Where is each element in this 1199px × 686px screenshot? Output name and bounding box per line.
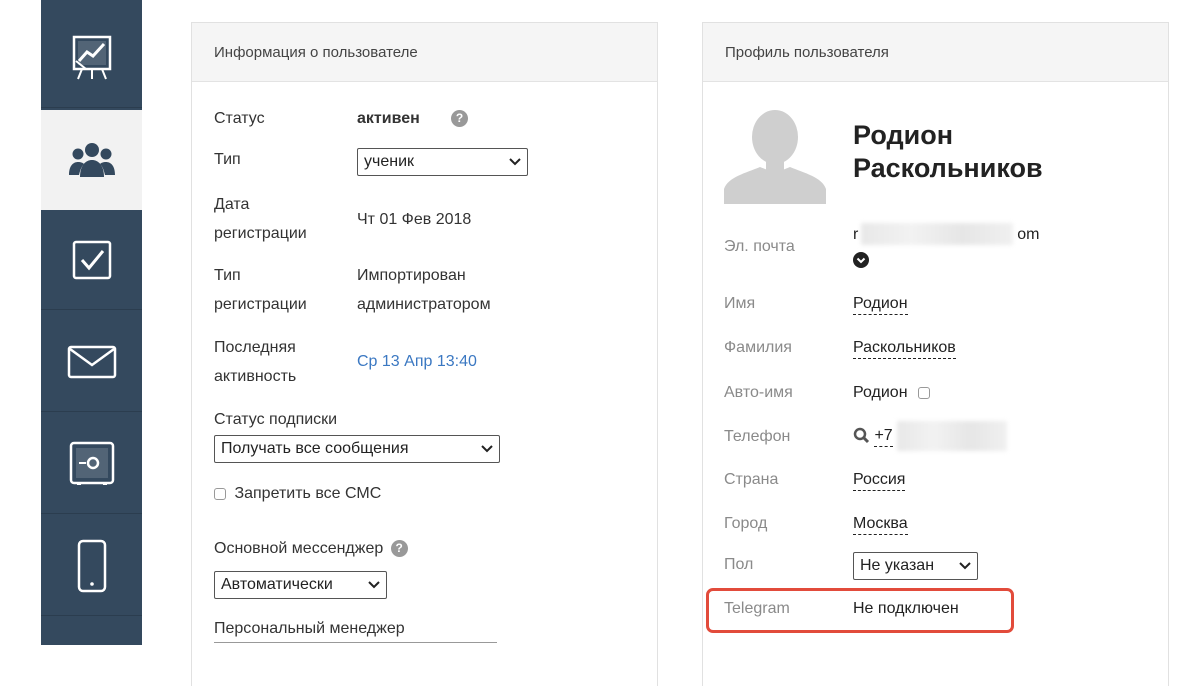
country-value[interactable]: Россия bbox=[853, 471, 906, 491]
email-label: Эл. почта bbox=[724, 238, 795, 255]
subscription-select[interactable]: Получать все сообщения bbox=[214, 435, 500, 463]
reg-date-label-line1: Дата bbox=[214, 196, 250, 213]
subscription-label: Статус подписки bbox=[214, 411, 338, 428]
autoname-row: Родион bbox=[853, 384, 930, 402]
reg-type-value-line2: администратором bbox=[357, 296, 491, 313]
sidebar-item-mobile[interactable] bbox=[41, 516, 142, 616]
help-icon[interactable]: ? bbox=[390, 540, 408, 558]
gender-select-value: Не указан bbox=[860, 557, 935, 574]
messenger-select[interactable]: Автоматически bbox=[214, 571, 387, 599]
email-redaction bbox=[861, 223, 1013, 245]
help-icon[interactable]: ? bbox=[451, 110, 468, 127]
gender-select[interactable]: Не указан bbox=[853, 552, 978, 580]
phone-value[interactable]: +7 bbox=[874, 427, 893, 447]
chevron-down-icon bbox=[959, 562, 971, 570]
sidebar-item-users[interactable] bbox=[41, 110, 142, 210]
city-value-text: Москва bbox=[853, 515, 908, 535]
safe-icon bbox=[69, 441, 114, 485]
chevron-down-icon bbox=[368, 581, 380, 589]
phone-row: +7 bbox=[853, 427, 893, 447]
name-value-text: Родион bbox=[853, 295, 908, 315]
reg-date-label-line2: регистрации bbox=[214, 225, 307, 242]
sidebar-item-tasks[interactable] bbox=[41, 210, 142, 310]
profile-title: Профиль пользователя bbox=[703, 23, 1168, 82]
country-label: Страна bbox=[724, 471, 779, 488]
type-select-value: ученик bbox=[364, 153, 415, 170]
autoname-label: Авто-имя bbox=[724, 384, 793, 401]
email-value-start: r bbox=[853, 226, 859, 243]
autoname-value: Родион bbox=[853, 384, 908, 401]
surname-value[interactable]: Раскольников bbox=[853, 339, 956, 359]
last-activity-label-line2: активность bbox=[214, 368, 297, 385]
checkbox-icon bbox=[72, 240, 111, 279]
manager-select-edge[interactable] bbox=[214, 642, 497, 643]
type-select[interactable]: ученик bbox=[357, 148, 528, 176]
chevron-down-icon bbox=[509, 158, 521, 166]
mobile-phone-icon bbox=[77, 539, 106, 592]
phone-redaction bbox=[897, 421, 1007, 451]
sidebar bbox=[41, 0, 142, 645]
status-label: Статус bbox=[214, 110, 265, 127]
city-label: Город bbox=[724, 515, 768, 532]
sidebar-item-reports[interactable] bbox=[41, 8, 142, 108]
surname-label: Фамилия bbox=[724, 339, 792, 356]
reg-date-value: Чт 01 Фев 2018 bbox=[357, 211, 472, 228]
name-label: Имя bbox=[724, 295, 756, 312]
country-value-text: Россия bbox=[853, 471, 906, 491]
profile-first-name: Родион bbox=[853, 120, 954, 150]
city-value[interactable]: Москва bbox=[853, 515, 908, 535]
profile-last-name: Раскольников bbox=[853, 153, 1043, 183]
block-sms-checkbox[interactable] bbox=[214, 487, 226, 500]
user-info-title: Информация о пользователе bbox=[192, 23, 657, 82]
messenger-label: Основной мессенджер ? bbox=[214, 535, 408, 562]
type-label: Тип bbox=[214, 151, 241, 168]
reg-type-value-line1: Импортирован bbox=[357, 267, 466, 284]
users-icon bbox=[68, 143, 115, 177]
avatar-placeholder-icon bbox=[724, 110, 826, 204]
manager-label: Персональный менеджер bbox=[214, 620, 405, 637]
telegram-highlight-frame bbox=[706, 588, 1014, 633]
autoname-checkbox[interactable] bbox=[917, 386, 930, 399]
status-value: активен bbox=[357, 110, 420, 127]
profile-full-name: Родион Раскольников bbox=[853, 119, 1043, 185]
last-activity-label-line1: Последняя bbox=[214, 339, 296, 356]
email-value-end: om bbox=[1017, 226, 1040, 243]
search-icon[interactable] bbox=[853, 427, 870, 444]
subscription-select-value: Получать все сообщения bbox=[221, 440, 409, 457]
sidebar-item-messages[interactable] bbox=[41, 312, 142, 412]
messenger-select-value: Автоматически bbox=[221, 576, 333, 593]
surname-value-text: Раскольников bbox=[853, 339, 956, 359]
chart-board-icon bbox=[72, 35, 111, 79]
envelope-icon bbox=[67, 345, 116, 378]
reg-type-label-line2: регистрации bbox=[214, 296, 307, 313]
block-sms-label: Запретить все СМС bbox=[234, 485, 382, 502]
gender-label: Пол bbox=[724, 556, 754, 573]
messenger-label-text: Основной мессенджер bbox=[214, 540, 384, 557]
chevron-circle-down-icon[interactable] bbox=[853, 252, 869, 268]
block-sms-row: Запретить все СМС bbox=[214, 485, 381, 503]
sidebar-item-settings[interactable] bbox=[41, 414, 142, 514]
name-value[interactable]: Родион bbox=[853, 295, 908, 315]
chevron-down-icon bbox=[481, 445, 493, 453]
phone-label: Телефон bbox=[724, 428, 791, 445]
reg-type-label-line1: Тип bbox=[214, 267, 241, 284]
last-activity-link[interactable]: Ср 13 Апр 13:40 bbox=[357, 353, 477, 371]
